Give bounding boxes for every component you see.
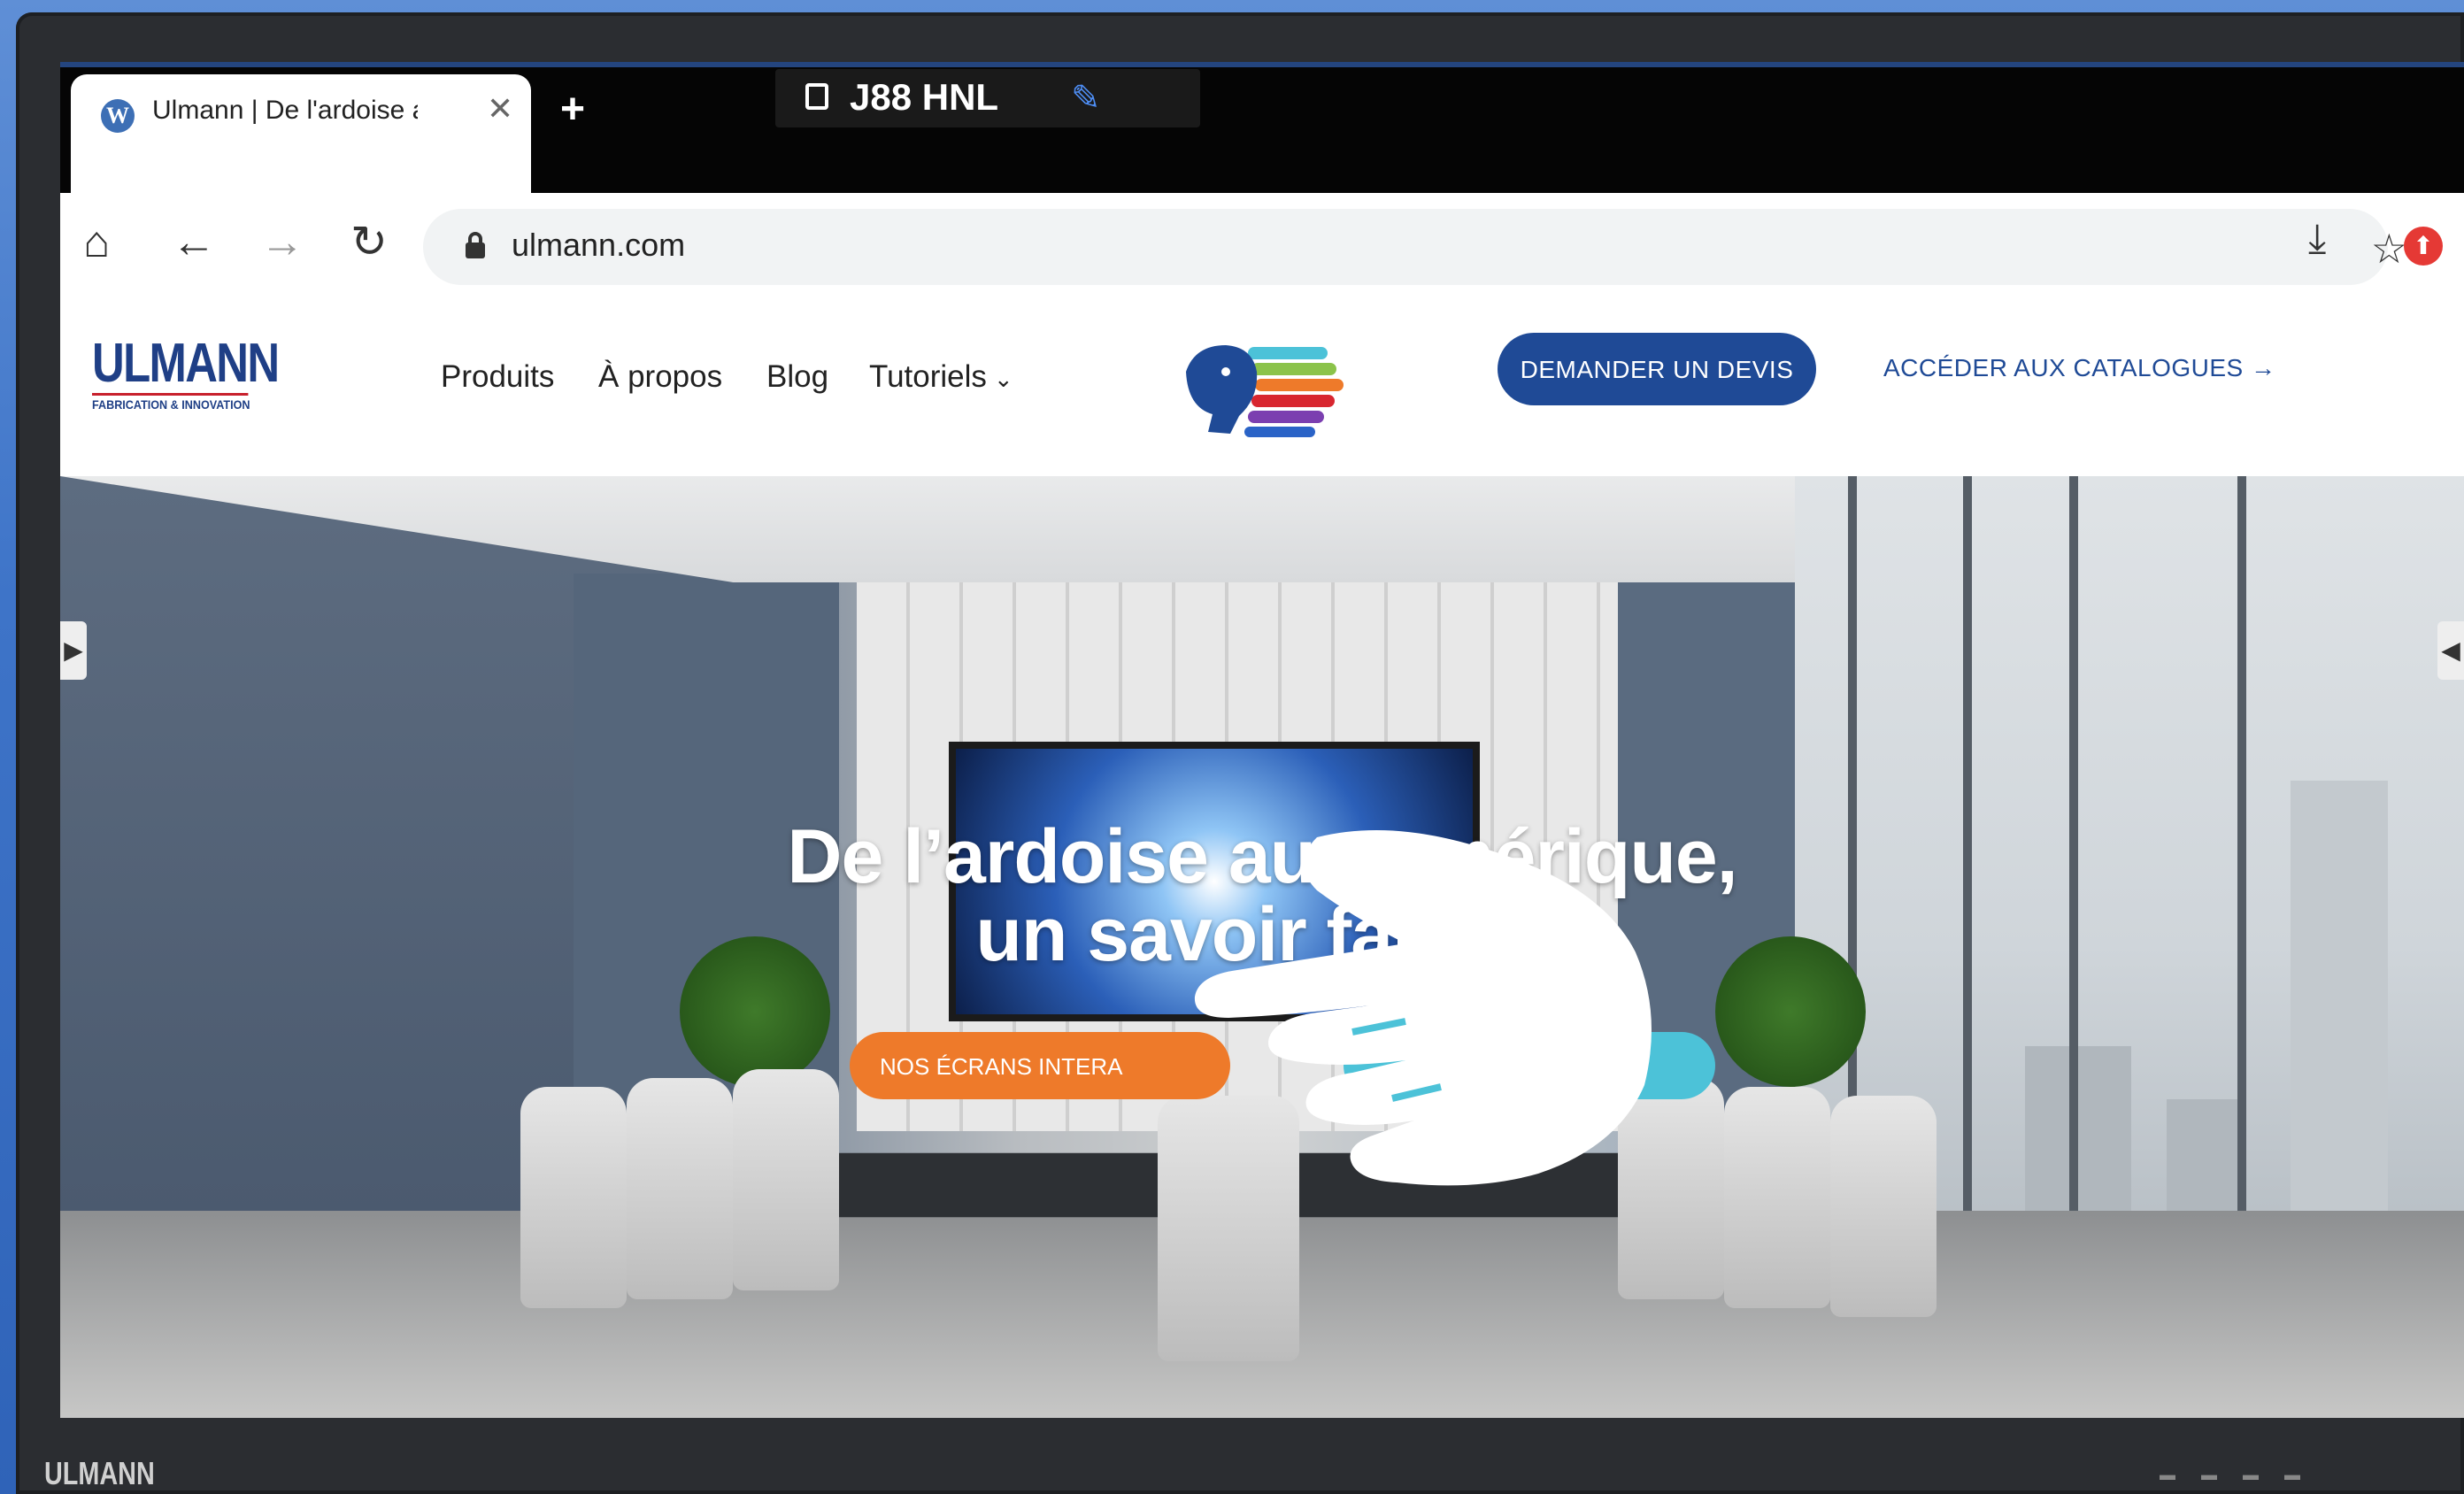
chair: [733, 1069, 839, 1290]
browser-tab[interactable]: W Ulmann | De l'ardoise au num ✕: [71, 74, 531, 200]
chair: [627, 1078, 733, 1299]
share-code-text: J88 HNL: [850, 76, 999, 118]
nos-ecrans-button[interactable]: NOS ÉCRANS INTERA: [850, 1032, 1230, 1099]
tab-title: Ulmann | De l'ardoise au num: [152, 96, 418, 125]
logo-tagline: FABRICATION & INNOVATION: [92, 393, 250, 412]
chair: [1830, 1096, 1937, 1317]
nav-blog-label: Blog: [766, 359, 829, 394]
nav-tutoriels-label: Tutoriels: [869, 359, 987, 394]
url-text[interactable]: ulmann.com: [512, 227, 685, 264]
site-header: ULMANN FABRICATION & INNOVATION Produits…: [60, 299, 2464, 476]
home-icon[interactable]: ⌂: [83, 219, 110, 264]
pen-icon[interactable]: ✎: [1071, 78, 1101, 119]
chair: [520, 1087, 627, 1308]
download-icon[interactable]: ⤓: [2308, 214, 2326, 264]
hand-cursor-icon: [1194, 830, 1652, 1186]
catalogues-link[interactable]: ACCÉDER AUX CATALOGUES →: [1883, 354, 2276, 382]
nav-tutoriels[interactable]: Tutoriels ⌄: [869, 359, 1013, 395]
reload-icon[interactable]: ↻: [350, 219, 388, 264]
lock-icon: [466, 232, 485, 258]
logo-word: ULMANN: [92, 333, 280, 394]
bezel-control-buttons[interactable]: ▬ ▬ ▬ ▬: [2160, 1466, 2311, 1484]
device-brand-label: ULMANN: [44, 1455, 155, 1491]
browser-toolbar: ⌂ ← → ↻ ulmann.com ☆ ⤓ ⬆: [60, 193, 2464, 299]
demander-devis-button[interactable]: DEMANDER UN DEVIS: [1498, 333, 1816, 405]
slider-prev-button[interactable]: ▶: [60, 621, 87, 680]
cast-icon: [805, 83, 828, 110]
chevron-down-icon: ⌄: [993, 366, 1013, 392]
ulmann-logo[interactable]: ULMANN FABRICATION & INNOVATION: [92, 333, 280, 412]
slider-next-button[interactable]: ◀: [2437, 621, 2464, 680]
nav-blog[interactable]: Blog: [766, 359, 828, 395]
wordpress-icon: W: [101, 99, 135, 133]
screen-share-code[interactable]: J88 HNL ✎: [775, 69, 1200, 127]
forward-arrow-icon[interactable]: →: [260, 219, 304, 264]
tab-strip: W Ulmann | De l'ardoise au num ✕ + J88 H…: [60, 67, 2464, 200]
bear-mascot-logo: [1186, 345, 1344, 437]
close-icon[interactable]: ✕: [487, 90, 513, 127]
address-bar[interactable]: ulmann.com ☆: [423, 209, 2407, 285]
back-arrow-icon[interactable]: ←: [172, 219, 216, 264]
screen: W Ulmann | De l'ardoise au num ✕ + J88 H…: [60, 62, 2464, 1418]
new-tab-button[interactable]: +: [560, 85, 585, 134]
star-icon[interactable]: ☆: [2371, 225, 2407, 273]
chair: [1724, 1087, 1830, 1308]
nav-produits[interactable]: Produits: [441, 359, 554, 395]
nav-a-propos[interactable]: À propos: [598, 359, 722, 395]
extension-icon[interactable]: ⬆: [2404, 227, 2443, 266]
